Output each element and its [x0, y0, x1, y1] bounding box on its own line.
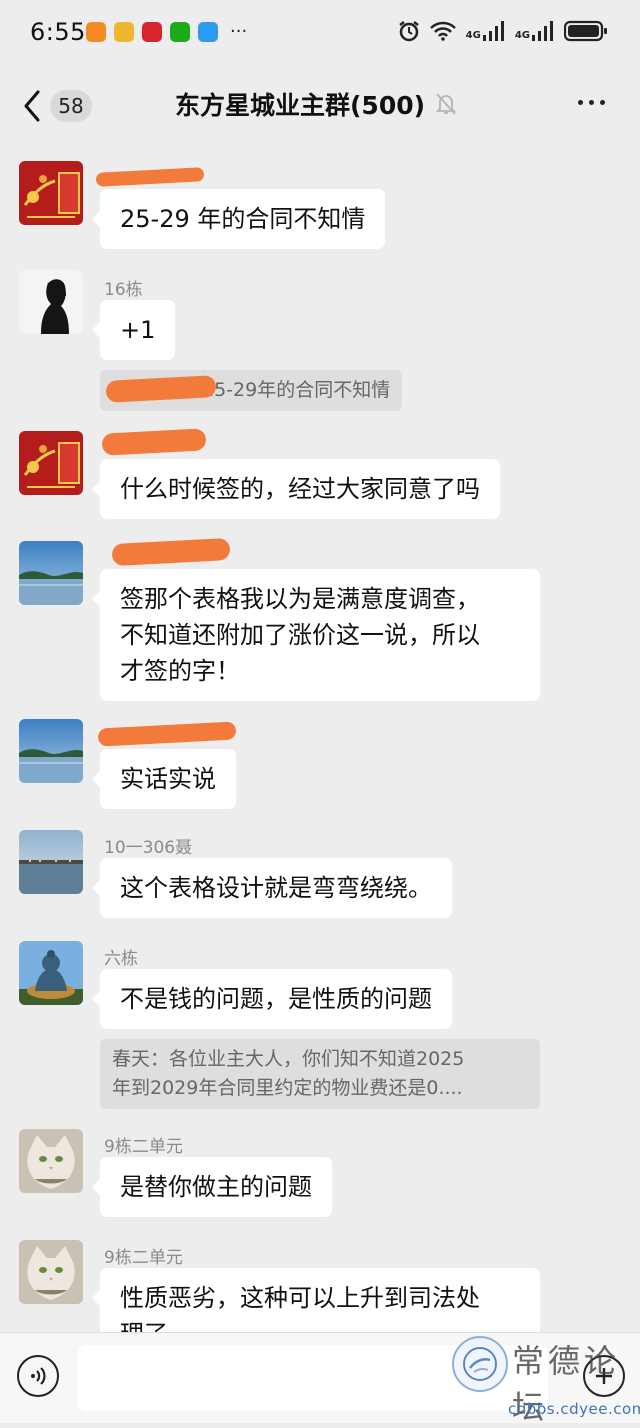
message-line: 性质恶劣，这种可以上升到司法处 [120, 1284, 480, 1312]
sender-name: 9栋二单元 [104, 1248, 183, 1268]
quoted-message[interactable]: 春天：各位业主大人，你们知不知道2025 年到2029年合同里约定的物业费还是0… [100, 1039, 540, 1109]
cat-avatar[interactable] [19, 1129, 83, 1193]
redacted-sender-name [97, 721, 237, 747]
message-line: 不知道还附加了涨价这一说，所以 [120, 621, 480, 649]
message-line: 才签的字！ [120, 657, 240, 685]
sender-name: 六栋 [104, 949, 138, 969]
redacted-sender-name [111, 537, 231, 567]
message-line: 签那个表格我以为是满意度调查， [120, 585, 480, 613]
more-options-button[interactable] [578, 100, 614, 112]
message-bubble[interactable]: 不是钱的问题，是性质的问题 [92, 969, 452, 1029]
voice-button[interactable] [17, 1355, 59, 1397]
more-dot [600, 100, 605, 105]
forum-watermark-url: cdbbs.cdyee.com [508, 1400, 640, 1418]
quoted-text: 春天：各位业主大人，你们知不知道2025 [112, 1048, 465, 1070]
message-list[interactable]: 25-29 年的合同不知情 16栋 +1 25-29年的合同不知情 什么时候签的… [0, 144, 640, 1332]
status-bar: 6:55 ··· 4G 4G [0, 0, 640, 66]
sender-name: 9栋二单元 [104, 1137, 183, 1157]
wallet-app-icon [114, 22, 134, 42]
red-card-avatar[interactable] [19, 431, 83, 495]
lake-avatar[interactable] [19, 541, 83, 605]
message-bubble[interactable]: 这个表格设计就是弯弯绕绕。 [92, 858, 452, 918]
system-icons: 4G 4G [398, 20, 608, 42]
message-bubble[interactable]: +1 [91, 300, 176, 360]
message-bubble[interactable]: 签那个表格我以为是满意度调查， 不知道还附加了涨价这一说，所以 才签的字！ [92, 569, 540, 701]
stock-app-icon [142, 22, 162, 42]
unread-count-badge: 58 [50, 90, 92, 122]
quoted-text: 25-29年的合同不知情 [202, 379, 391, 401]
battery-icon [564, 20, 607, 42]
voice-icon [31, 1367, 46, 1385]
sender-name: 16栋 [104, 280, 143, 300]
message-bubble[interactable]: 25-29 年的合同不知情 [91, 189, 386, 249]
message-app-icon [198, 22, 218, 42]
bell-off-icon [435, 93, 457, 115]
status-time: 6:55 [30, 18, 86, 46]
wifi-icon [429, 21, 456, 41]
back-button[interactable]: 58 [22, 86, 102, 126]
more-dot [589, 100, 594, 105]
red-card-avatar[interactable] [19, 161, 83, 225]
message-bubble[interactable]: 什么时候签的，经过大家同意了吗 [92, 459, 500, 519]
cat-avatar[interactable] [19, 1240, 83, 1304]
forum-watermark-logo [452, 1336, 508, 1392]
silhouette-avatar[interactable] [19, 270, 83, 334]
chat-title: 东方星城业主群(500) [175, 91, 426, 120]
chat-title-group[interactable]: 东方星城业主群(500) [175, 86, 457, 122]
message-bubble[interactable]: 性质恶劣，这种可以上升到司法处 理了 [92, 1268, 540, 1332]
chat-header: 58 东方星城业主群(500) [0, 66, 640, 144]
more-dot [578, 100, 583, 105]
notification-icons: ··· [86, 22, 247, 42]
health-app-icon [86, 22, 106, 42]
sender-name: 10一306聂 [104, 838, 193, 858]
dusk-lake-avatar[interactable] [19, 830, 83, 894]
message-line: 理了 [120, 1316, 520, 1332]
chevron-left-icon [24, 90, 40, 122]
redacted-sender-name [95, 167, 205, 187]
quoted-text: 年到2029年合同里约定的物业费还是0.... [112, 1077, 463, 1099]
wechat-app-icon [170, 22, 190, 42]
buddha-avatar[interactable] [19, 941, 83, 1005]
more-notifications-icon: ··· [230, 21, 248, 42]
cell-signal-1-icon: 4G [466, 21, 505, 41]
redacted-sender-name [101, 428, 207, 456]
cell-signal-2-icon: 4G [515, 21, 554, 41]
message-bubble[interactable]: 是替你做主的问题 [92, 1157, 332, 1217]
message-bubble[interactable]: 实话实说 [92, 749, 236, 809]
lake-avatar[interactable] [19, 719, 83, 783]
alarm-icon [398, 21, 419, 42]
